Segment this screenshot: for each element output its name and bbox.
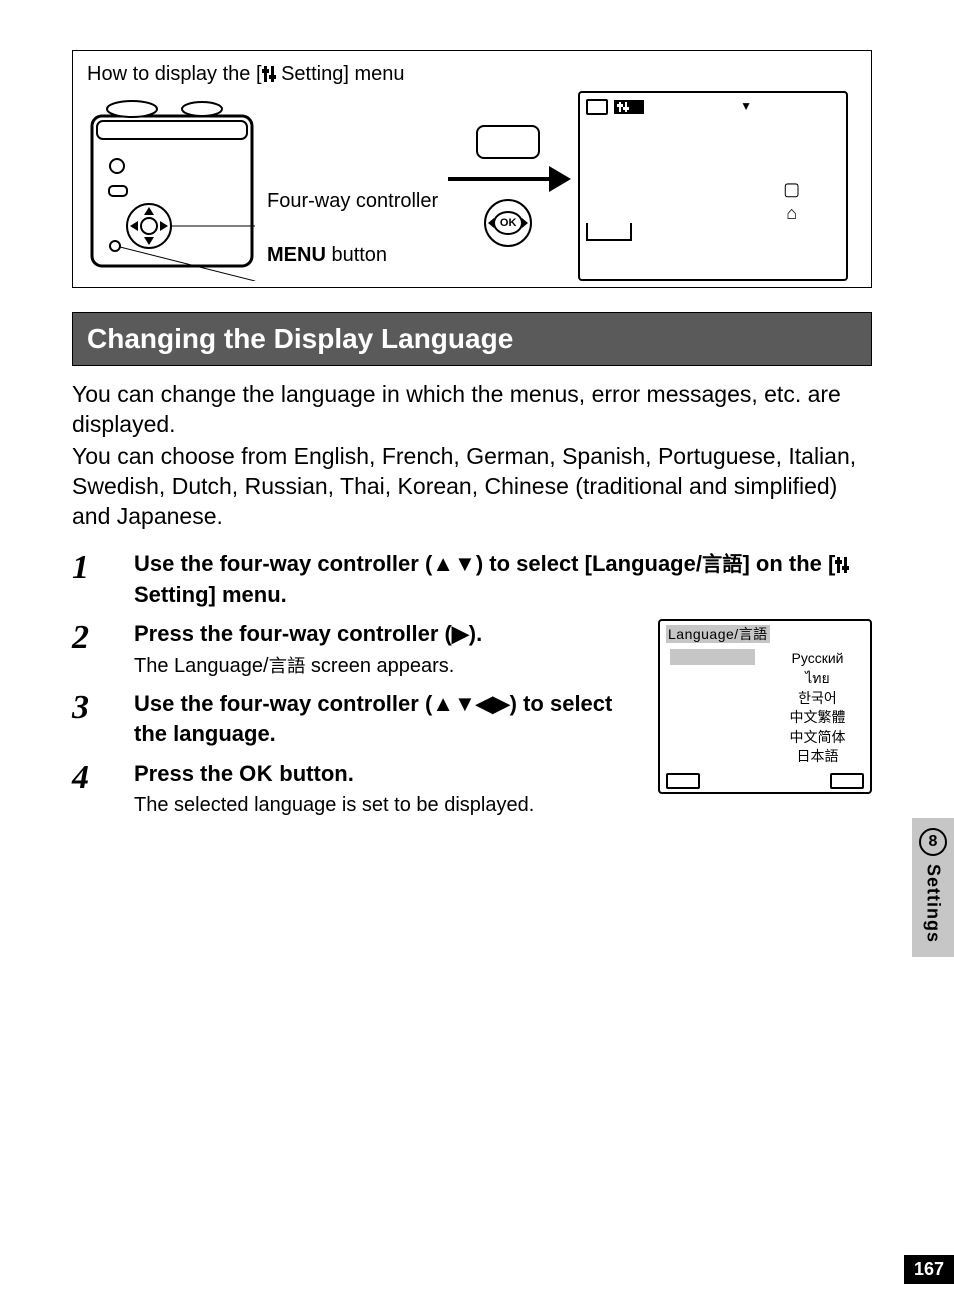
content-area: How to display the [ Setting] menu xyxy=(72,50,872,828)
footer-tab-icon xyxy=(666,773,700,789)
camera-illustration xyxy=(87,91,257,281)
intro-para-2: You can choose from English, French, Ger… xyxy=(72,442,872,532)
lcd-menu-icons: ▢⌂ xyxy=(783,178,800,225)
lcd-body: ▢⌂ xyxy=(586,115,840,225)
ok-controller-icon: OK xyxy=(484,199,532,247)
selected-language-highlight xyxy=(670,649,755,665)
step-1-title: Use the four-way controller (▲▼) to sele… xyxy=(134,549,872,609)
howto-box: How to display the [ Setting] menu xyxy=(72,50,872,288)
language-columns: Русский ไทย 한국어 中文繁體 中文简体 日本語 xyxy=(660,647,870,773)
setting-icon xyxy=(262,66,276,82)
howto-title-suffix: Setting] menu xyxy=(276,63,405,85)
arrow-icon xyxy=(448,177,568,181)
lang-option: 한국어 xyxy=(765,689,870,709)
language-screen: Language/言語 Русский ไทย 한국어 xyxy=(658,619,872,794)
step-number: 4 xyxy=(72,759,110,819)
ok-text: OK xyxy=(239,761,273,786)
lang-option: Русский xyxy=(765,649,870,669)
step-number: 1 xyxy=(72,549,110,609)
step-3: 3 Use the four-way controller (▲▼◀▶) to … xyxy=(72,689,640,748)
lcd-preview: ▼ ▢⌂ xyxy=(578,91,848,281)
menu-bold: MENU xyxy=(267,244,326,266)
setting-icon xyxy=(835,557,849,573)
menu-button-label: MENU button xyxy=(267,242,438,268)
lcd-bottom xyxy=(586,223,840,241)
step-2: 2 Press the four-way controller (▶). The… xyxy=(72,619,640,679)
language-screen-footer xyxy=(660,773,870,792)
howto-title-prefix: How to display the [ xyxy=(87,63,262,85)
step-4: 4 Press the OK button. The selected lang… xyxy=(72,759,640,819)
step-2-sub: The Language/言語 screen appears. xyxy=(134,653,640,679)
arrow-block: OK xyxy=(448,125,568,247)
steps-2-to-4-row: 2 Press the four-way controller (▶). The… xyxy=(72,619,872,828)
lcd-tabs: ▼ xyxy=(586,99,840,115)
lang-option: ไทย xyxy=(765,669,870,689)
steps-list: 1 Use the four-way controller (▲▼) to se… xyxy=(72,549,872,828)
down-triangle-icon: ▼ xyxy=(740,99,752,115)
display-button-icon xyxy=(476,125,540,159)
fourway-label: Four-way controller xyxy=(267,188,438,214)
step-1: 1 Use the four-way controller (▲▼) to se… xyxy=(72,549,872,609)
ok-label: OK xyxy=(493,211,523,235)
chapter-index-tab: 8 Settings xyxy=(912,818,954,957)
callout-labels: Four-way controller MENU button xyxy=(267,104,438,268)
language-col-left xyxy=(660,649,765,767)
step-number: 3 xyxy=(72,689,110,748)
step-3-title: Use the four-way controller (▲▼◀▶) to se… xyxy=(134,689,640,748)
menu-suffix: button xyxy=(326,244,387,266)
howto-title: How to display the [ Setting] menu xyxy=(87,61,861,87)
step-4-sub: The selected language is set to be displ… xyxy=(134,792,640,818)
lang-option: 中文简体 xyxy=(765,728,870,748)
manual-page: How to display the [ Setting] menu xyxy=(0,0,954,1314)
page-number: 167 xyxy=(904,1255,954,1284)
language-col-right: Русский ไทย 한국어 中文繁體 中文简体 日本語 xyxy=(765,649,870,767)
lcd-tab-icon xyxy=(586,223,632,241)
step-number: 2 xyxy=(72,619,110,679)
camera-tab-icon xyxy=(586,99,608,115)
chapter-number: 8 xyxy=(919,828,947,856)
step-4-title: Press the OK button. xyxy=(134,759,640,789)
language-screen-header: Language/言語 xyxy=(660,621,870,647)
step-2-title: Press the four-way controller (▶). xyxy=(134,619,640,649)
lcd-setting-tab-icon xyxy=(614,100,644,114)
howto-inner: Four-way controller MENU button OK ▼ ▢⌂ xyxy=(87,91,861,281)
lang-option: 日本語 xyxy=(765,747,870,767)
chapter-name: Settings xyxy=(923,864,944,943)
section-heading: Changing the Display Language xyxy=(72,312,872,366)
intro-para-1: You can change the language in which the… xyxy=(72,380,872,440)
lang-option: 中文繁體 xyxy=(765,708,870,728)
footer-tab-icon xyxy=(830,773,864,789)
